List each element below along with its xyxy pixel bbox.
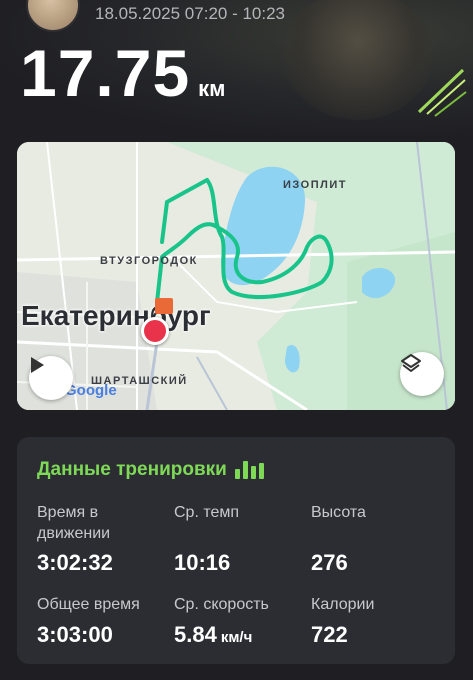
total-time-label: Общее время bbox=[37, 596, 140, 613]
avg-speed-unit: км/ч bbox=[220, 629, 253, 646]
calories-value: 722 bbox=[311, 622, 348, 647]
stats-title: Данные тренировки bbox=[37, 459, 264, 481]
elevation-value: 276 bbox=[311, 550, 348, 575]
avg-speed-label: Ср. скорость bbox=[174, 596, 269, 613]
play-icon bbox=[31, 357, 44, 373]
moving-time-label: Время в движении bbox=[37, 504, 111, 542]
workout-date-range: 18.05.2025 07:20 - 10:23 bbox=[95, 4, 285, 23]
decor-swoosh-icon bbox=[417, 68, 467, 117]
moving-time-value: 3:02:32 bbox=[37, 550, 113, 575]
stats-title-text: Данные тренировки bbox=[37, 459, 227, 480]
avg-speed: 5.84 км/ч bbox=[174, 622, 252, 648]
elevation-label: Высота bbox=[311, 504, 366, 521]
distance-summary: 17.75 км bbox=[20, 40, 225, 106]
map-attribution: Google bbox=[65, 382, 117, 399]
distance-value: 17.75 bbox=[20, 36, 191, 110]
map-label-izoplit: ИЗОПЛИТ bbox=[283, 179, 347, 191]
play-route-button[interactable] bbox=[29, 356, 73, 400]
start-pin-icon bbox=[141, 317, 169, 345]
workout-stats-card: Данные тренировки Время в движении 3:02:… bbox=[17, 437, 455, 664]
layers-icon bbox=[401, 354, 421, 372]
map-layers-button[interactable] bbox=[400, 352, 444, 396]
finish-flag-icon bbox=[155, 298, 173, 314]
route-map[interactable]: ИЗОПЛИТ ВТУЗГОРОДОК Екатеринбург ШАРТАШС… bbox=[17, 142, 455, 410]
stats-bars-icon bbox=[234, 461, 264, 479]
calories-label: Калории bbox=[311, 596, 375, 613]
avg-pace-value: 10:16 bbox=[174, 550, 231, 575]
total-time-value: 3:03:00 bbox=[37, 622, 113, 647]
avg-speed-value: 5.84 bbox=[174, 622, 217, 647]
distance-unit: км bbox=[198, 76, 226, 101]
map-label-city: Екатеринбург bbox=[21, 300, 211, 331]
map-label-vtuzgorodok: ВТУЗГОРОДОК bbox=[100, 255, 198, 267]
avg-pace-label: Ср. темп bbox=[174, 504, 240, 521]
map-canvas bbox=[17, 142, 455, 410]
